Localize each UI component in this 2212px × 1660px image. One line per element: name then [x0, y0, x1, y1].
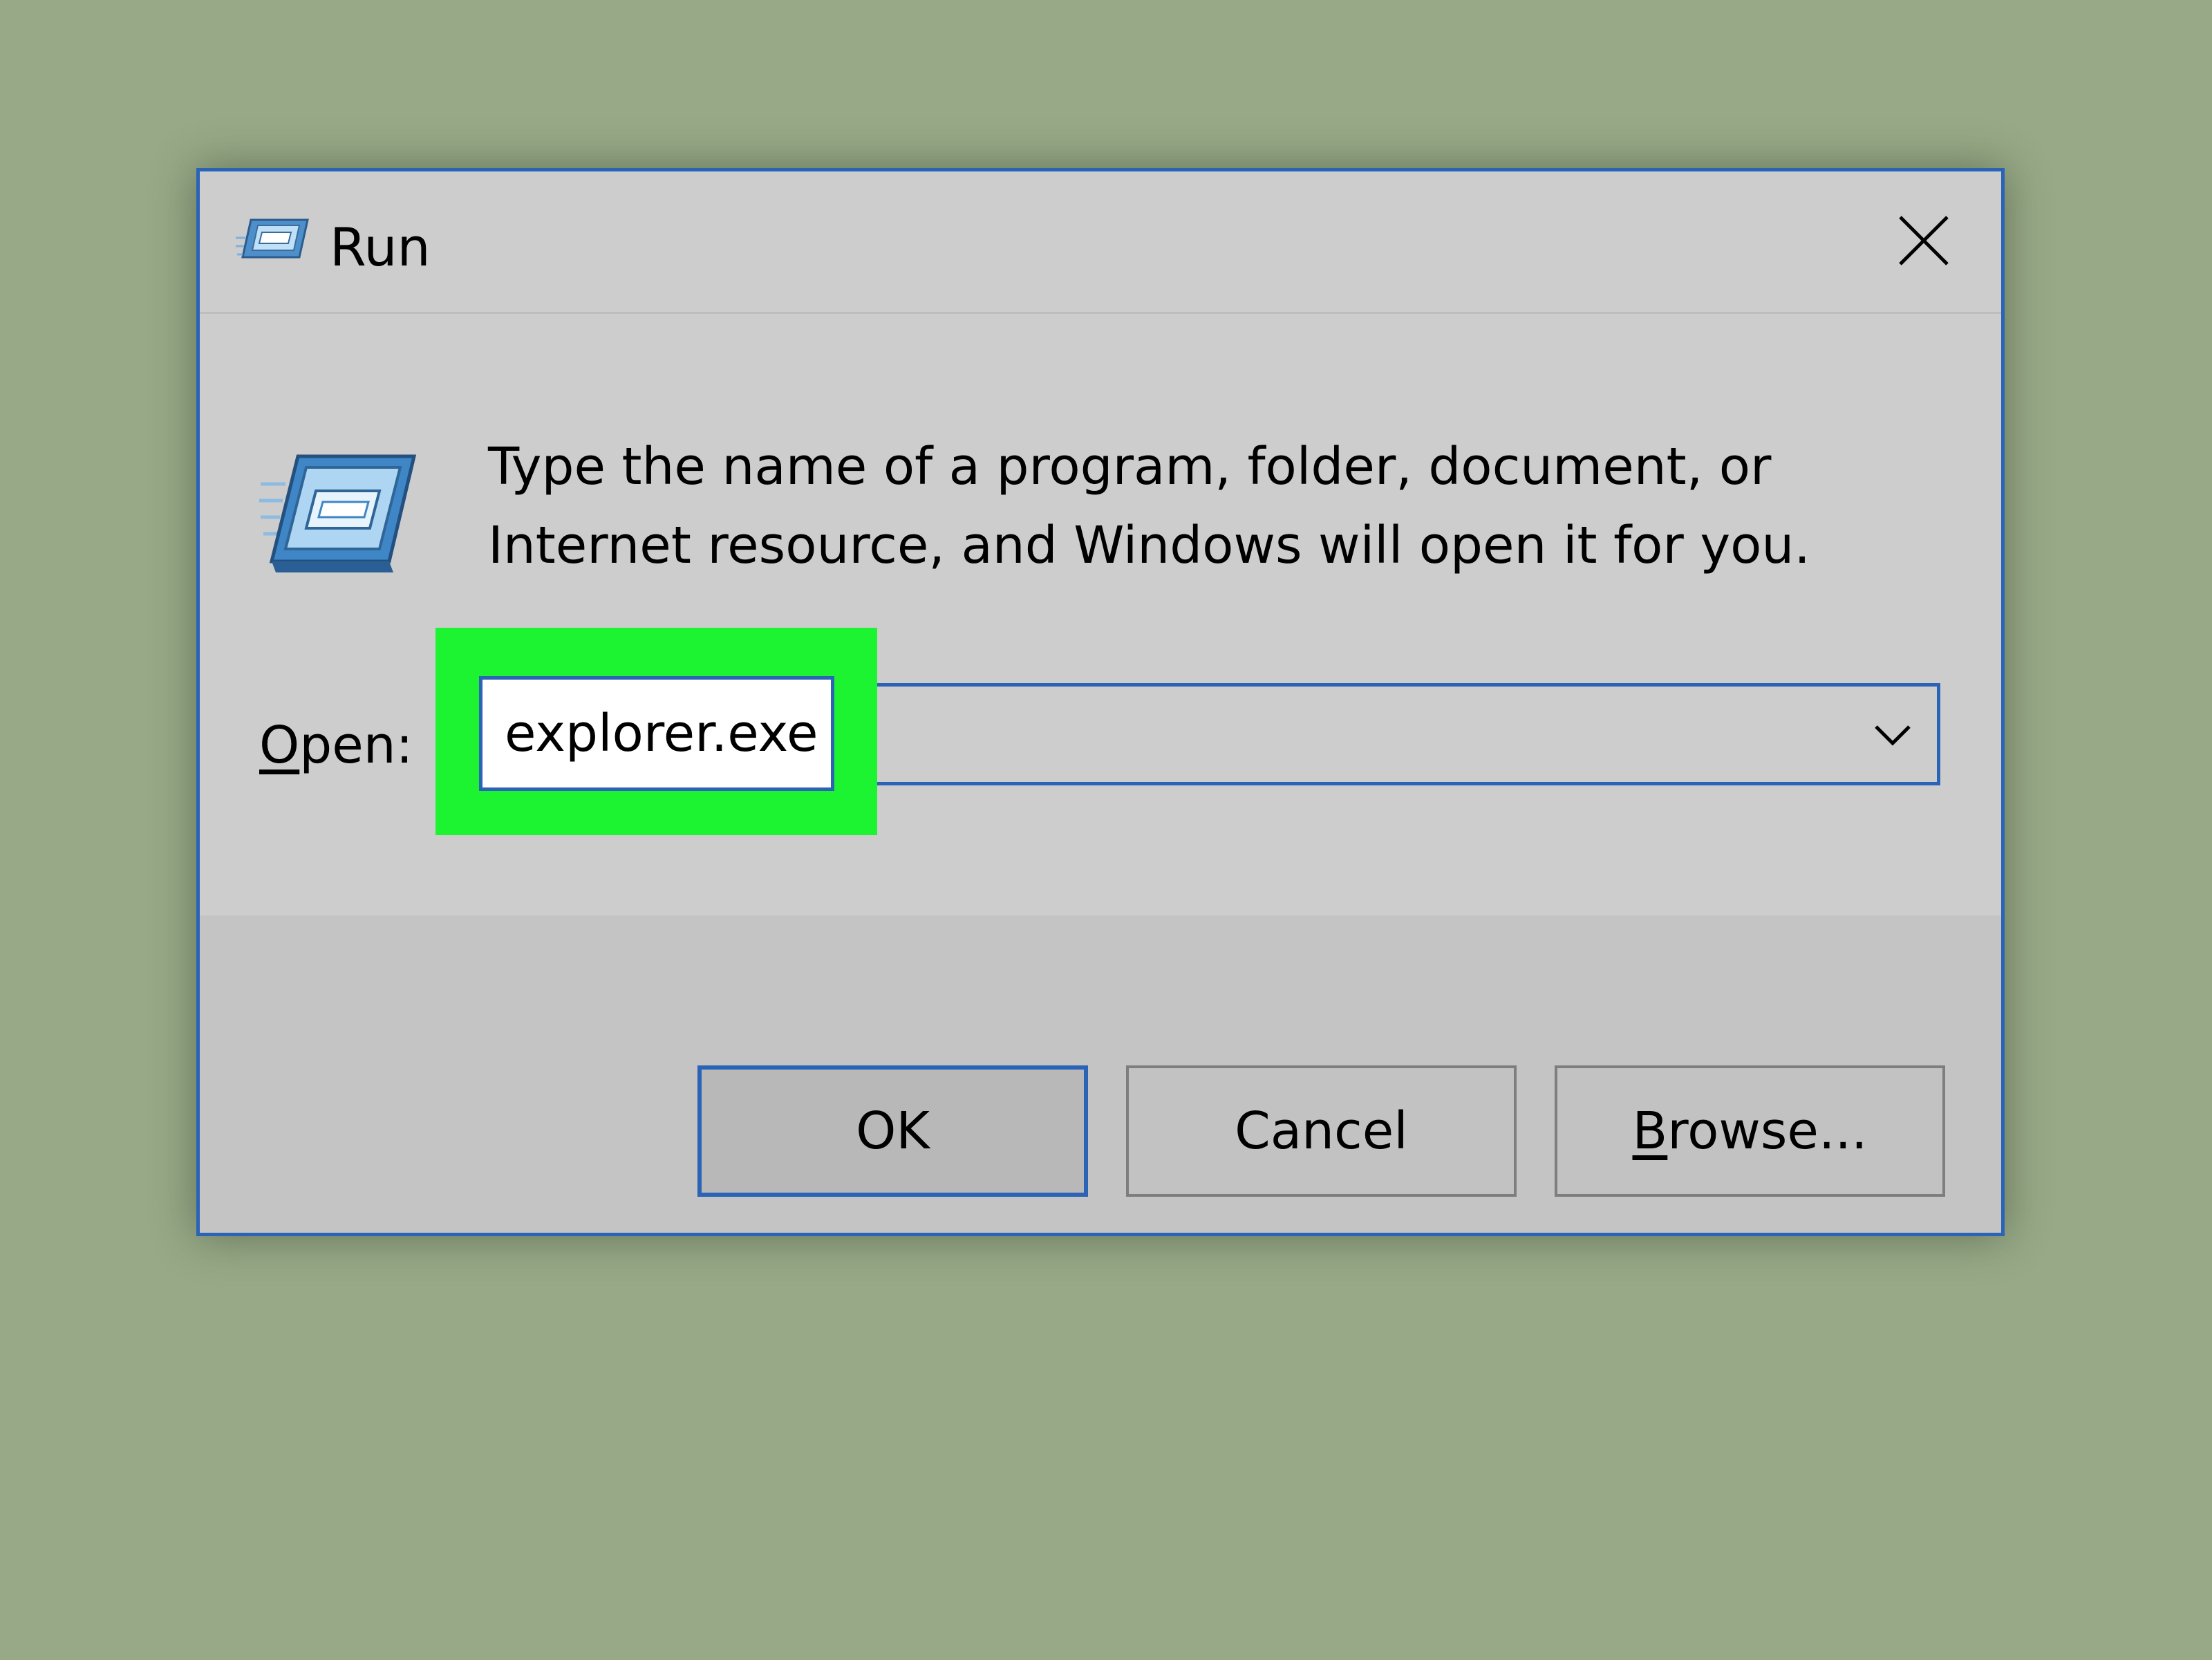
run-description: Type the name of a program, folder, docu…: [488, 437, 1810, 575]
open-label-text: pen:: [299, 716, 413, 775]
browse-button[interactable]: Browse...: [1555, 1065, 1945, 1197]
ok-button[interactable]: OK: [697, 1065, 1088, 1197]
chevron-down-icon[interactable]: [1872, 717, 1913, 752]
run-dialog: Run Type the name of a program, folder, …: [196, 168, 2005, 1236]
button-bar: OK Cancel Browse...: [200, 915, 2001, 1233]
cancel-button[interactable]: Cancel: [1126, 1065, 1517, 1197]
open-label: Open:: [259, 704, 413, 787]
dialog-title: Run: [330, 216, 431, 278]
run-icon: [259, 454, 417, 572]
title-bar[interactable]: Run: [200, 171, 2001, 314]
browse-label: rowse...: [1667, 1101, 1868, 1161]
run-icon: [236, 218, 309, 259]
open-input[interactable]: [479, 676, 834, 791]
close-icon[interactable]: [1896, 213, 1951, 268]
open-label-mnemonic: O: [259, 716, 300, 775]
browse-mnemonic: B: [1632, 1101, 1668, 1161]
